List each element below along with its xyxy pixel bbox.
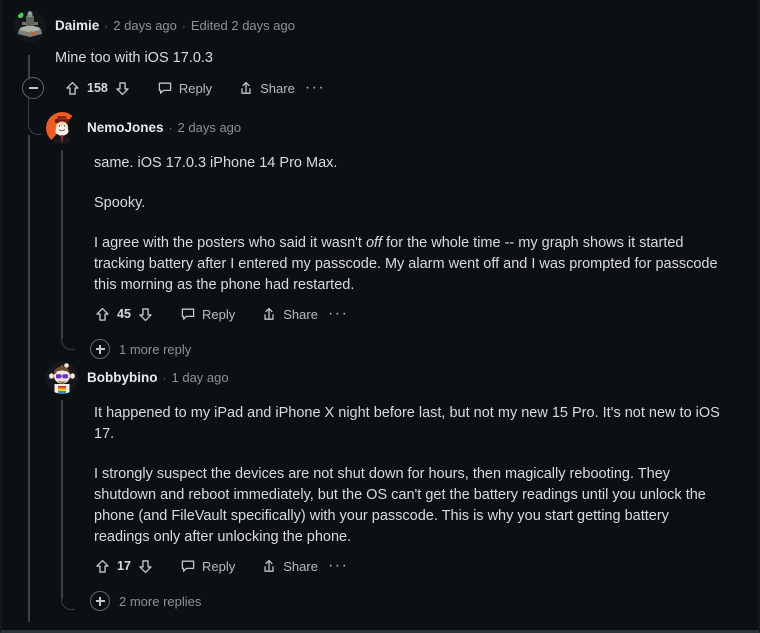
downvote-arrow-icon <box>139 559 152 573</box>
comment-meta: Bobbybino · 1 day ago <box>87 371 229 385</box>
expand-replies-button[interactable] <box>90 591 110 611</box>
avatar[interactable] <box>14 10 46 42</box>
meta-separator: · <box>168 121 173 136</box>
share-upload-icon <box>264 560 274 572</box>
comment-body: same. iOS 17.0.3 iPhone 14 Pro Max. Spoo… <box>94 153 726 296</box>
more-options-button[interactable]: ··· <box>322 306 354 322</box>
avatar[interactable] <box>46 112 78 144</box>
downvote-button[interactable] <box>137 306 154 323</box>
comment-author[interactable]: NemoJones <box>87 121 164 135</box>
reply-button[interactable]: Reply <box>176 555 239 577</box>
speech-bubble-icon <box>181 560 195 572</box>
comment-action-bar: 17 Reply Share ··· <box>94 551 754 581</box>
comment-timestamp: 2 days ago <box>113 18 177 34</box>
more-options-button[interactable]: ··· <box>322 558 354 574</box>
comment-body: It happened to my iPad and iPhone X nigh… <box>94 403 726 548</box>
plus-circle-icon-vertical <box>99 596 101 606</box>
meta-separator: · <box>104 19 109 34</box>
reply-button[interactable]: Reply <box>153 77 216 99</box>
upvote-arrow-icon <box>96 559 109 573</box>
share-button[interactable]: Share <box>257 555 322 577</box>
downvote-button[interactable] <box>137 558 154 575</box>
comment-meta: Daimie · 2 days ago · Edited 2 days ago <box>55 19 295 33</box>
more-replies-row[interactable]: 2 more replies <box>90 587 754 615</box>
comment-header: NemoJones · 2 days ago <box>46 112 754 144</box>
speech-bubble-icon <box>158 82 172 94</box>
reply-label: Reply <box>202 306 236 322</box>
reply-label: Reply <box>202 558 236 574</box>
rich-text-before: I agree with the posters who said it was… <box>94 235 366 251</box>
comment-author[interactable]: Daimie <box>55 19 99 33</box>
dark-ship-avatar-icon <box>14 10 46 42</box>
upvote-button[interactable] <box>94 306 111 323</box>
downvote-arrow-icon <box>139 307 152 321</box>
share-button[interactable]: Share <box>257 303 322 325</box>
downvote-button[interactable] <box>114 80 131 97</box>
meta-separator-2: · <box>181 19 186 34</box>
comment-meta: NemoJones · 2 days ago <box>87 121 241 135</box>
upvote-arrow-icon <box>66 81 79 95</box>
comment-body: Mine too with iOS 17.0.3 <box>55 48 687 69</box>
reply-label: Reply <box>178 80 213 96</box>
vote-score: 158 <box>87 81 108 95</box>
upvote-button[interactable] <box>64 80 81 97</box>
downvote-arrow-icon <box>116 81 129 95</box>
reply-button[interactable]: Reply <box>176 303 239 325</box>
comment-timestamp: 1 day ago <box>171 370 229 386</box>
vote-group: 17 <box>94 558 154 575</box>
reddit-comment-thread-panel: Daimie · 2 days ago · Edited 2 days ago … <box>0 0 760 633</box>
vote-group: 158 <box>64 80 131 97</box>
comment-paragraph: Mine too with iOS 17.0.3 <box>55 50 213 66</box>
comment-action-bar: 158 Reply Share ··· <box>22 73 754 103</box>
collapse-thread-button[interactable] <box>22 77 44 99</box>
comment-paragraph: I strongly suspect the devices are not s… <box>94 466 706 545</box>
comment-paragraph: Spooky. <box>94 195 146 211</box>
share-upload-icon <box>264 308 274 320</box>
comment-paragraph-rich: I agree with the posters who said it was… <box>94 233 726 296</box>
comment-timestamp: 2 days ago <box>177 120 242 136</box>
vote-score: 45 <box>117 307 131 321</box>
share-upload-icon <box>241 82 251 94</box>
orange-character-avatar-icon <box>46 112 78 144</box>
comment-daimie: Daimie · 2 days ago · Edited 2 days ago … <box>14 10 754 103</box>
thread-root: Daimie · 2 days ago · Edited 2 days ago … <box>2 0 758 622</box>
vote-score: 17 <box>117 559 131 573</box>
rich-text-italic: off <box>365 235 383 251</box>
comment-nemojones: NemoJones · 2 days ago same. iOS 17.0.3 … <box>46 112 754 363</box>
more-replies-label[interactable]: 2 more replies <box>119 594 201 609</box>
share-label: Share <box>283 306 318 322</box>
comment-paragraph: It happened to my iPad and iPhone X nigh… <box>94 405 720 442</box>
more-options-button[interactable]: ··· <box>299 80 331 96</box>
snoo-rainbow-avatar-icon <box>46 362 78 394</box>
comment-action-bar: 45 Reply Share ··· <box>94 299 754 329</box>
vote-group: 45 <box>94 306 154 323</box>
thread-line-level0-lower[interactable] <box>28 135 30 622</box>
comment-header: Bobbybino · 1 day ago <box>46 362 754 394</box>
speech-bubble-icon <box>181 308 195 320</box>
upvote-arrow-icon <box>96 307 109 321</box>
expand-replies-button[interactable] <box>90 339 110 359</box>
share-label: Share <box>260 80 295 96</box>
comment-bobbybino: Bobbybino · 1 day ago It happened to my … <box>46 362 754 615</box>
more-replies-label[interactable]: 1 more reply <box>119 342 191 357</box>
share-label: Share <box>283 558 318 574</box>
comment-edited-timestamp: Edited 2 days ago <box>190 18 295 34</box>
comment-author[interactable]: Bobbybino <box>87 371 158 385</box>
online-status-dot <box>17 12 24 18</box>
plus-circle-icon-vertical <box>99 344 101 354</box>
minus-circle-icon <box>28 87 38 89</box>
share-button[interactable]: Share <box>234 77 299 99</box>
comment-paragraph: same. iOS 17.0.3 iPhone 14 Pro Max. <box>94 155 338 171</box>
upvote-button[interactable] <box>94 558 111 575</box>
more-replies-row[interactable]: 1 more reply <box>90 335 754 363</box>
comment-header: Daimie · 2 days ago · Edited 2 days ago <box>14 10 754 42</box>
avatar[interactable] <box>46 362 78 394</box>
meta-separator: · <box>162 371 167 386</box>
